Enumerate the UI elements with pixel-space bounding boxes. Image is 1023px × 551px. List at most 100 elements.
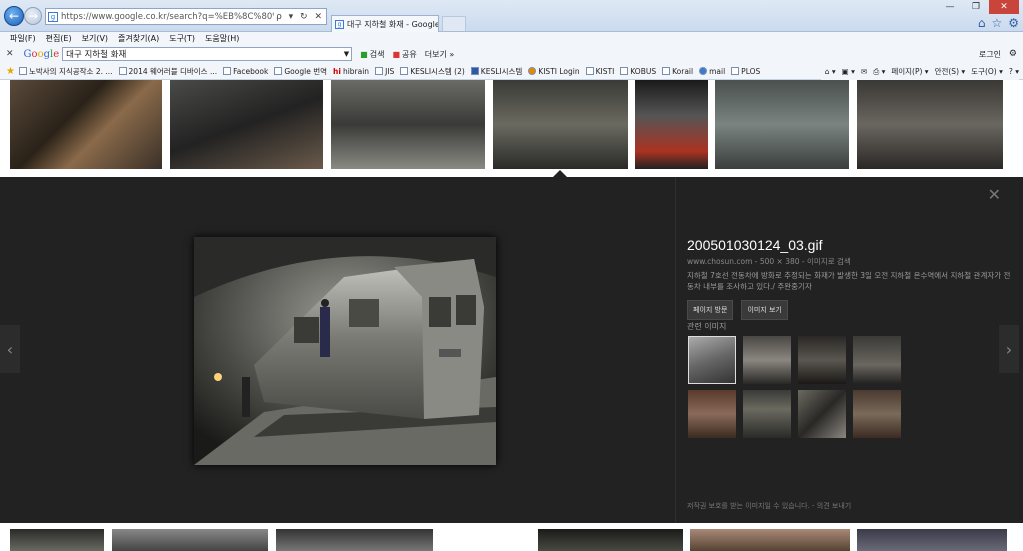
favorite-label: 2014 웨어러블 디바이스 ... [128, 66, 218, 76]
related-image[interactable] [743, 336, 791, 384]
login-link[interactable]: 로그인 [979, 49, 1001, 60]
toolbar-search-input[interactable]: 대구 지하철 화재 ▼ [62, 47, 353, 61]
menu-bar: 파일(F) 편집(E) 보기(V) 즐겨찾기(A) 도구(T) 도움말(H) [0, 32, 1023, 45]
toolbar-more-button[interactable]: 더보기 » [425, 49, 455, 60]
image-info: 200501030124_03.gif www.chosun.com - 500… [687, 237, 1017, 320]
forward-button[interactable]: → [24, 7, 42, 25]
favorite-link[interactable]: KESLI시스템 [470, 66, 523, 77]
kisti-icon [528, 67, 537, 75]
menu-help[interactable]: 도움말(H) [205, 33, 239, 44]
menu-tools[interactable]: 도구(T) [169, 33, 195, 44]
feeds-icon[interactable]: ▣ ▾ [842, 67, 855, 76]
visit-page-button[interactable]: 페이지 방문 [687, 300, 734, 320]
image-result[interactable] [493, 80, 628, 169]
tools-menu[interactable]: 도구(O) ▾ [971, 66, 1003, 77]
mail-icon [699, 67, 708, 75]
related-image[interactable] [798, 390, 846, 438]
chevron-down-icon[interactable]: ▼ [344, 50, 351, 58]
favorite-label: KESLI시스템 [480, 66, 523, 76]
related-image[interactable] [853, 390, 901, 438]
toolbar-query[interactable]: 대구 지하철 화재 [66, 48, 126, 60]
address-bar[interactable]: g https://www.google.co.kr/search?q=%EB%… [45, 8, 327, 25]
favorite-link[interactable]: KOBUS [620, 67, 656, 76]
related-image[interactable] [743, 390, 791, 438]
related-image[interactable] [688, 336, 736, 384]
favorite-label: PLOS [741, 66, 761, 76]
related-image[interactable] [688, 390, 736, 438]
favorite-link[interactable]: Facebook [223, 67, 268, 76]
share-icon: ■ [392, 49, 400, 59]
preview-image[interactable] [194, 237, 496, 465]
favorite-link[interactable]: Korail [662, 67, 693, 76]
favorite-label: Korail [672, 66, 694, 76]
maximize-button[interactable]: ❐ [963, 0, 989, 14]
menu-edit[interactable]: 편집(E) [46, 33, 72, 44]
image-result[interactable] [170, 80, 323, 169]
favorite-link[interactable]: 노박사의 지식공작소 2. ... [18, 66, 113, 77]
new-tab-button[interactable] [442, 16, 466, 31]
favorites-star-icon[interactable]: ☆ [991, 16, 1002, 30]
minimize-button[interactable]: — [937, 0, 963, 14]
toolbar-close-icon[interactable]: ✕ [6, 49, 14, 59]
image-result[interactable] [276, 529, 433, 551]
page-icon [223, 67, 232, 75]
safety-menu[interactable]: 안전(S) ▾ [935, 66, 966, 77]
prev-image-button[interactable]: ‹ [0, 325, 20, 373]
favorite-link[interactable]: PLOS [731, 67, 760, 76]
help-menu[interactable]: ? ▾ [1009, 67, 1019, 76]
menu-file[interactable]: 파일(F) [10, 33, 36, 44]
related-image[interactable] [853, 336, 901, 384]
menu-favorites[interactable]: 즐겨찾기(A) [118, 33, 159, 44]
image-result[interactable] [857, 80, 1003, 169]
related-image[interactable] [798, 336, 846, 384]
toolbar-share-button[interactable]: ■ 공유 [392, 49, 416, 60]
google-logo: Google [23, 48, 60, 60]
image-result[interactable] [690, 529, 850, 551]
view-image-button[interactable]: 이미지 보기 [741, 300, 788, 320]
favorite-link[interactable]: 2014 웨어러블 디바이스 ... [118, 66, 218, 77]
favorite-link[interactable]: KISTI [585, 67, 614, 76]
favorites-star-icon[interactable]: ★ [6, 66, 15, 77]
address-tools[interactable]: ρ ▾ ↻ ✕ [274, 12, 326, 22]
address-url[interactable]: https://www.google.co.kr/search?q=%EB%8C… [61, 12, 274, 22]
home-icon[interactable]: ⌂ [978, 16, 986, 30]
image-actions: 페이지 방문 이미지 보기 [687, 300, 1017, 320]
toolbar-search-button[interactable]: ■ 검색 [360, 49, 384, 60]
mail-menu-icon[interactable]: ✉ [861, 67, 867, 76]
page-icon [400, 67, 409, 75]
image-result[interactable] [715, 80, 849, 169]
image-description: 지하철 7호선 전동차에 방화로 추정되는 화재가 발생한 3일 오전 지하철 … [687, 271, 1011, 291]
image-results-row [0, 80, 1023, 177]
image-title[interactable]: 200501030124_03.gif [687, 237, 1017, 253]
google-tab-icon: g [335, 19, 344, 29]
favorite-link[interactable]: hi hibrain [333, 67, 369, 76]
image-result[interactable] [331, 80, 485, 169]
browser-tab-active[interactable]: g 대구 지하철 화재 - Google... ✕ [331, 15, 439, 32]
copyright-note[interactable]: 저작권 보호를 받는 이미지일 수 있습니다. - 의견 보내기 [687, 501, 851, 511]
next-image-button[interactable]: › [999, 325, 1019, 373]
back-button[interactable]: ← [4, 6, 24, 26]
image-result[interactable] [10, 529, 104, 551]
image-result[interactable] [538, 529, 683, 551]
image-result[interactable] [10, 80, 162, 169]
menu-view[interactable]: 보기(V) [82, 33, 108, 44]
wrench-icon[interactable]: ⚙ [1009, 49, 1017, 59]
page-menu[interactable]: 페이지(P) ▾ [891, 66, 928, 77]
favorite-label: KISTI Login [538, 66, 580, 76]
selection-caret [553, 170, 567, 177]
favorite-link[interactable]: KISTI Login [528, 66, 580, 76]
tools-gear-icon[interactable]: ⚙ [1008, 16, 1019, 30]
close-window-button[interactable]: ✕ [989, 0, 1019, 14]
favorite-link[interactable]: mail [699, 67, 725, 76]
favorite-link[interactable]: JIS [375, 67, 394, 76]
print-icon[interactable]: ⎙ ▾ [873, 67, 885, 77]
back-arrow-icon: ← [8, 9, 20, 23]
favorite-link[interactable]: Google 번역 [274, 66, 327, 77]
favorite-link[interactable]: KESLI시스템 (2) [400, 66, 465, 77]
home-menu-icon[interactable]: ⌂ ▾ [825, 67, 836, 76]
page-icon [585, 67, 594, 75]
image-result[interactable] [635, 80, 708, 169]
image-result[interactable] [112, 529, 268, 551]
image-result[interactable] [857, 529, 1007, 551]
close-panel-icon[interactable]: ✕ [988, 185, 1001, 204]
